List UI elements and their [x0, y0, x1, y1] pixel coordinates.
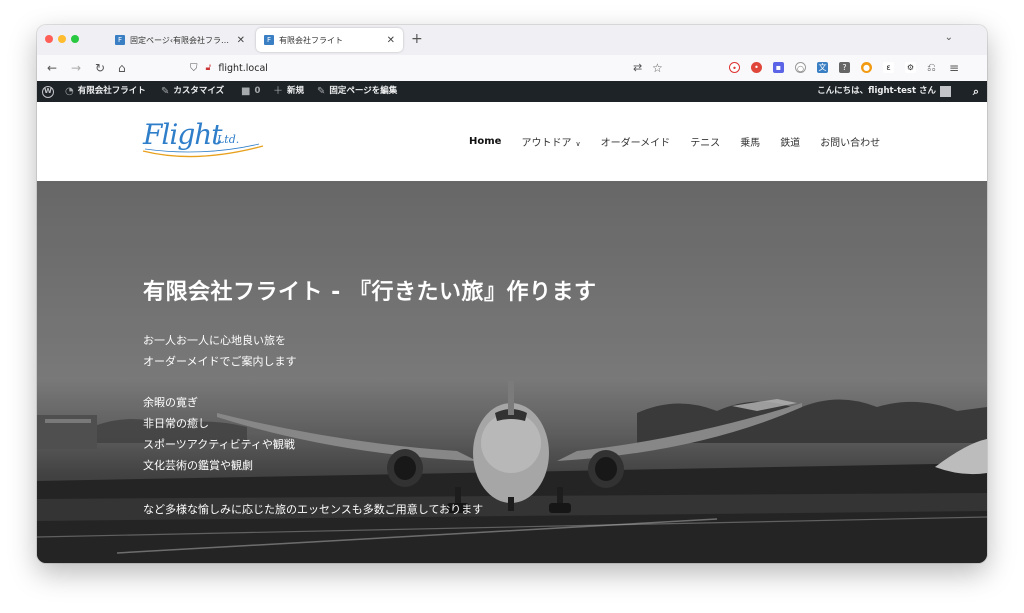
- avatar: [940, 86, 951, 97]
- tab-admin-pages[interactable]: F 固定ページ‹有限会社フライト — WordPress ✕: [107, 28, 253, 52]
- bookmark-star-icon[interactable]: ☆: [652, 59, 663, 77]
- hero-intro-line-2: オーダーメイドでご案内します: [143, 355, 297, 368]
- translate-icon[interactable]: ⇄: [633, 59, 642, 77]
- comment-icon: ■: [241, 86, 251, 97]
- list-all-tabs-icon[interactable]: ⌄: [945, 32, 953, 43]
- menu-item-tennis[interactable]: テニス: [690, 134, 720, 149]
- menu-item-railway[interactable]: 鉄道: [780, 134, 800, 149]
- url-text[interactable]: flight.local: [218, 63, 268, 74]
- tab-label: 有限会社フライト: [279, 35, 343, 45]
- tab-site-home[interactable]: F 有限会社フライト ✕: [256, 28, 403, 52]
- menu-item-outdoor[interactable]: アウトドア ∨: [521, 134, 580, 149]
- greeting-label: こんにちは、flight-test さん: [817, 86, 936, 96]
- pocket-icon[interactable]: •: [729, 62, 740, 73]
- shield-icon[interactable]: ⛉: [190, 63, 198, 74]
- new-tab-icon[interactable]: +: [411, 31, 423, 47]
- extension-gear-icon[interactable]: ⚙: [905, 62, 916, 73]
- comments-link[interactable]: ■ 0: [241, 81, 260, 102]
- lock-icon[interactable]: 🔓︎: [206, 63, 212, 73]
- my-account-link[interactable]: こんにちは、flight-test さん: [817, 81, 951, 102]
- admin-search-icon[interactable]: ⌕: [973, 81, 979, 102]
- extension-translate-icon[interactable]: 文: [817, 62, 828, 73]
- flight-favicon-icon: F: [115, 35, 125, 45]
- pencil-icon: ✎: [317, 86, 326, 97]
- hero-feature-2: 非日常の癒し: [143, 417, 209, 430]
- new-content-link[interactable]: ＋ 新規: [273, 81, 304, 102]
- extension-doc-icon[interactable]: ▪: [773, 62, 784, 73]
- extension-help-icon[interactable]: ?: [839, 62, 850, 73]
- dashboard-icon: ◔: [65, 86, 74, 97]
- customize-link[interactable]: ✎ カスタマイズ: [161, 81, 224, 102]
- hero-section: 有限会社フライト - 『行きたい旅』作ります お一人お一人に心地良い旅を オーダ…: [37, 181, 987, 563]
- menu-item-order-made[interactable]: オーダーメイド: [601, 134, 671, 149]
- wp-admin-bar: W ◔ 有限会社フライト ✎ カスタマイズ ■ 0 ＋ 新規 ✎ 固定ページを編…: [37, 81, 987, 102]
- tab-close-icon[interactable]: ✕: [237, 35, 245, 46]
- tab-close-icon[interactable]: ✕: [387, 35, 395, 46]
- site-header: Flight Ltd. Home アウトドア ∨ オーダーメイド テニス 乗馬 鉄…: [37, 102, 987, 181]
- reload-icon[interactable]: ↻: [95, 59, 105, 77]
- extension-red-icon[interactable]: •: [751, 62, 762, 73]
- comments-count: 0: [254, 86, 261, 96]
- logo-swoosh-icon: [142, 143, 264, 158]
- zoom-window-button[interactable]: [71, 35, 79, 43]
- browser-window: F 固定ページ‹有限会社フライト — WordPress ✕ F 有限会社フライ…: [37, 25, 987, 563]
- wp-logo-button[interactable]: W: [42, 81, 54, 102]
- customize-label: カスタマイズ: [173, 86, 225, 96]
- hero-feature-1: 余暇の寛ぎ: [143, 396, 198, 409]
- tab-strip: F 固定ページ‹有限会社フライト — WordPress ✕ F 有限会社フライ…: [37, 25, 987, 55]
- navigation-bar: ← → ↻ ⌂ ⛉ 🔓︎ flight.local ⇄ ☆ • • ▪ ○ 文 …: [37, 55, 987, 82]
- close-window-button[interactable]: [45, 35, 53, 43]
- extension-bird-icon[interactable]: ɛ: [883, 62, 894, 73]
- tab-label: 固定ページ‹有限会社フライト — WordPress: [130, 35, 233, 45]
- site-logo[interactable]: Flight Ltd.: [141, 118, 271, 160]
- home-icon[interactable]: ⌂: [118, 59, 126, 77]
- hero-feature-3: スポーツアクティビティや観戦: [143, 438, 295, 451]
- hero-feature-4: 文化芸術の鑑賞や観劇: [143, 459, 253, 472]
- site-name-label: 有限会社フライト: [77, 86, 146, 96]
- flight-favicon-icon: F: [264, 35, 274, 45]
- chevron-down-icon: ∨: [575, 140, 581, 148]
- menu-item-outdoor-label: アウトドア: [521, 138, 572, 149]
- hero-title: 有限会社フライト - 『行きたい旅』作ります: [143, 280, 597, 305]
- new-label: 新規: [287, 86, 305, 96]
- menu-item-home[interactable]: Home: [469, 136, 501, 147]
- brush-icon: ✎: [161, 86, 170, 97]
- plus-icon: ＋: [273, 86, 283, 97]
- menu-icon[interactable]: ≡: [949, 59, 959, 77]
- extensions-puzzle-icon[interactable]: ⎌: [927, 59, 936, 77]
- extension-orange-icon[interactable]: ●: [861, 62, 872, 73]
- menu-item-horse-riding[interactable]: 乗馬: [740, 134, 760, 149]
- edit-page-label: 固定ページを編集: [329, 86, 398, 96]
- back-icon[interactable]: ←: [47, 59, 57, 77]
- main-menu: Home アウトドア ∨ オーダーメイド テニス 乗馬 鉄道 お問い合わせ: [469, 134, 900, 149]
- site-name-link[interactable]: ◔ 有限会社フライト: [65, 81, 146, 102]
- minimize-window-button[interactable]: [58, 35, 66, 43]
- menu-item-contact[interactable]: お問い合わせ: [820, 134, 880, 149]
- forward-icon[interactable]: →: [71, 59, 81, 77]
- edit-page-link[interactable]: ✎ 固定ページを編集: [317, 81, 397, 102]
- extension-circle-icon[interactable]: ○: [795, 62, 806, 73]
- hero-closing-text: など多様な愉しみに応じた旅のエッセンスも多数ご用意しております: [143, 503, 484, 516]
- wordpress-logo-icon: W: [42, 85, 54, 98]
- url-bar[interactable]: ⛉ 🔓︎ flight.local: [190, 60, 268, 76]
- hero-intro-line-1: お一人お一人に心地良い旅を: [143, 334, 286, 347]
